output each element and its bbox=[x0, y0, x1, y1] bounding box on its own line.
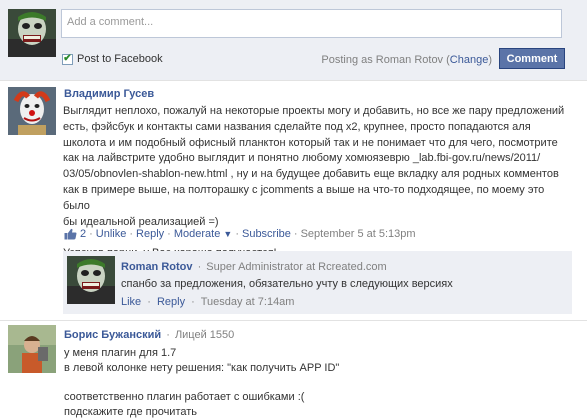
divider bbox=[0, 80, 587, 81]
reply-author-meta: Super Administrator at Rcreated.com bbox=[206, 261, 387, 273]
comment-line: как на лайвстрите удобно выглядит и поня… bbox=[63, 152, 541, 165]
like-link[interactable]: Like bbox=[121, 296, 141, 308]
reply-header: Roman Rotov · Super Administrator at Rcr… bbox=[121, 261, 387, 273]
reply-author-avatar bbox=[67, 256, 115, 304]
reply-timestamp: Tuesday at 7:14am bbox=[200, 296, 295, 308]
post-to-facebook-label: Post to Facebook bbox=[77, 53, 163, 65]
unlike-link[interactable]: Unlike bbox=[96, 228, 127, 240]
comment-composer: Add a comment... ✔ Post to Facebook Post… bbox=[0, 0, 587, 80]
comment-line: Выглядит неплохо, пожалуй на некоторые п… bbox=[63, 105, 565, 117]
commenter-avatar bbox=[8, 87, 56, 135]
post-to-facebook-checkbox[interactable]: ✔ bbox=[62, 53, 73, 65]
comment-author-meta: Лицей 1550 bbox=[174, 329, 235, 341]
reply-link[interactable]: Reply bbox=[157, 296, 185, 308]
comment-input[interactable]: Add a comment... bbox=[61, 9, 562, 38]
comment-line: спанбо за предложения, обязательно учту … bbox=[121, 278, 453, 290]
comment-author[interactable]: Борис Бужанский bbox=[64, 329, 161, 341]
subscribe-link[interactable]: Subscribe bbox=[242, 228, 291, 240]
comment-button[interactable]: Comment bbox=[499, 48, 565, 69]
comment-line: в левой колонке нету решения: "как получ… bbox=[64, 361, 340, 374]
comment-line: как в примере выше, на полторашку с jcom… bbox=[63, 183, 545, 212]
comment-line: есть, фэйсбук и контакты сами названия с… bbox=[63, 120, 531, 133]
posting-as-text: Posting as Roman Rotov (Change) bbox=[321, 54, 492, 66]
change-user-link[interactable]: Change bbox=[450, 54, 489, 66]
thumbs-up-icon[interactable] bbox=[64, 228, 77, 240]
commenter-avatar bbox=[8, 325, 56, 373]
moderate-dropdown[interactable]: Moderate ▼ bbox=[174, 228, 232, 240]
comment-line: у меня плагин для 1.7 bbox=[64, 347, 177, 359]
comment-actions: 2 · Unlike · Reply · Moderate ▼ · Subscr… bbox=[64, 228, 416, 240]
comment-line bbox=[64, 376, 339, 391]
divider bbox=[0, 320, 587, 321]
comment-line: школота и им подобный офисный планктон к… bbox=[63, 136, 558, 149]
comment-timestamp: September 5 at 5:13pm bbox=[300, 228, 416, 240]
comment-header: Борис Бужанский · Лицей 1550 bbox=[64, 329, 235, 341]
caret-down-icon: ▼ bbox=[223, 229, 233, 239]
comment-line: 03/05/obnovlen-shablon-new.html , ну и н… bbox=[63, 168, 559, 181]
comment-author[interactable]: Владимир Гусев bbox=[64, 88, 154, 100]
current-user-avatar bbox=[8, 9, 56, 57]
reply-author[interactable]: Roman Rotov bbox=[121, 261, 193, 273]
reply-link[interactable]: Reply bbox=[136, 228, 164, 240]
reply-actions: Like · Reply · Tuesday at 7:14am bbox=[121, 296, 295, 308]
post-to-facebook-option[interactable]: ✔ Post to Facebook bbox=[62, 53, 163, 65]
comment-body: у меня плагин для 1.7 в левой колонке не… bbox=[64, 346, 339, 420]
reply-body: спанбо за предложения, обязательно учту … bbox=[121, 277, 453, 293]
comment-line: соответственно плагин работает с ошибкам… bbox=[64, 391, 305, 404]
